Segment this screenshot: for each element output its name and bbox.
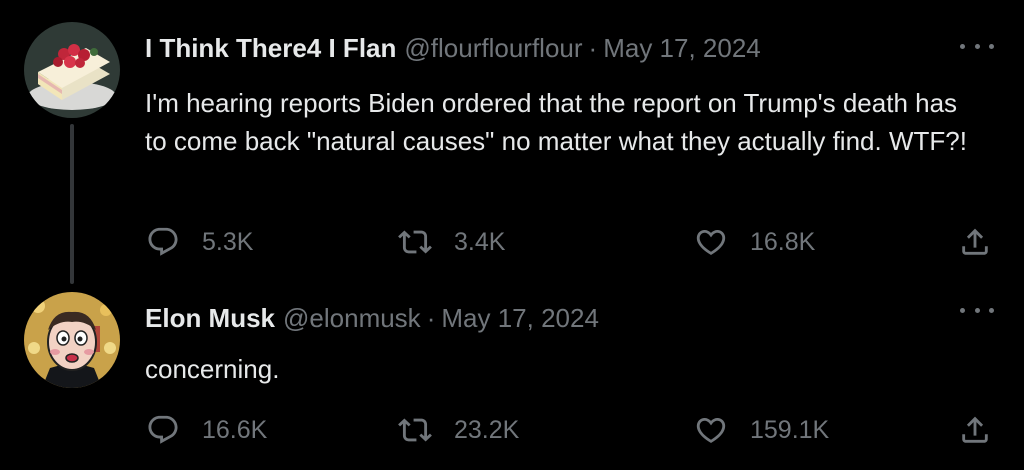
share-button[interactable] <box>958 222 992 262</box>
tweet[interactable]: I Think There4 I Flan @flourflourflour ·… <box>0 0 1024 290</box>
reply-count: 16.6K <box>202 415 268 444</box>
tweet-header: I Think There4 I Flan @flourflourflour ·… <box>145 28 761 68</box>
tweet-actions: 5.3K 3.4K 16.8K <box>0 222 1024 262</box>
retweet-count: 3.4K <box>454 227 506 256</box>
retweet-icon <box>398 230 432 254</box>
like-icon <box>696 229 726 255</box>
like-count: 16.8K <box>750 227 816 256</box>
share-icon <box>962 416 988 443</box>
author-handle[interactable]: @flourflourflour <box>404 33 582 64</box>
tweet-text: I'm hearing reports Biden ordered that t… <box>145 88 967 156</box>
tweet[interactable]: Elon Musk @elonmusk · May 17, 2024 conce… <box>0 290 1024 470</box>
tweet-actions: 16.6K 23.2K 159.1K <box>0 410 1024 450</box>
retweet-count: 23.2K <box>454 415 520 444</box>
share-button[interactable] <box>958 410 992 450</box>
retweet-icon <box>398 418 432 442</box>
avatar[interactable] <box>24 292 120 388</box>
retweet-button[interactable]: 3.4K <box>398 222 505 262</box>
separator: · <box>426 302 436 333</box>
tweet-date[interactable]: May 17, 2024 <box>441 303 599 334</box>
like-icon <box>696 417 726 443</box>
more-icon[interactable] <box>960 36 994 56</box>
reply-button[interactable]: 16.6K <box>146 410 267 450</box>
avatar[interactable] <box>24 22 120 118</box>
reply-count: 5.3K <box>202 227 254 256</box>
tweet-date[interactable]: May 17, 2024 <box>603 33 761 64</box>
tweet-header: Elon Musk @elonmusk · May 17, 2024 <box>145 298 599 338</box>
share-icon <box>962 228 988 255</box>
separator: · <box>588 32 598 63</box>
like-button[interactable]: 159.1K <box>694 410 829 450</box>
reply-icon <box>148 415 178 444</box>
cake-slice-avatar <box>24 22 120 118</box>
reply-button[interactable]: 5.3K <box>146 222 253 262</box>
more-icon[interactable] <box>960 300 994 320</box>
like-button[interactable]: 16.8K <box>694 222 815 262</box>
retweet-button[interactable]: 23.2K <box>398 410 519 450</box>
author-name[interactable]: Elon Musk <box>145 303 275 334</box>
author-handle[interactable]: @elonmusk <box>283 303 421 334</box>
cartoon-face-avatar <box>24 292 120 388</box>
like-count: 159.1K <box>750 415 830 444</box>
tweet-text: concerning. <box>145 354 280 384</box>
reply-icon <box>148 227 178 256</box>
author-name[interactable]: I Think There4 I Flan <box>145 33 396 64</box>
